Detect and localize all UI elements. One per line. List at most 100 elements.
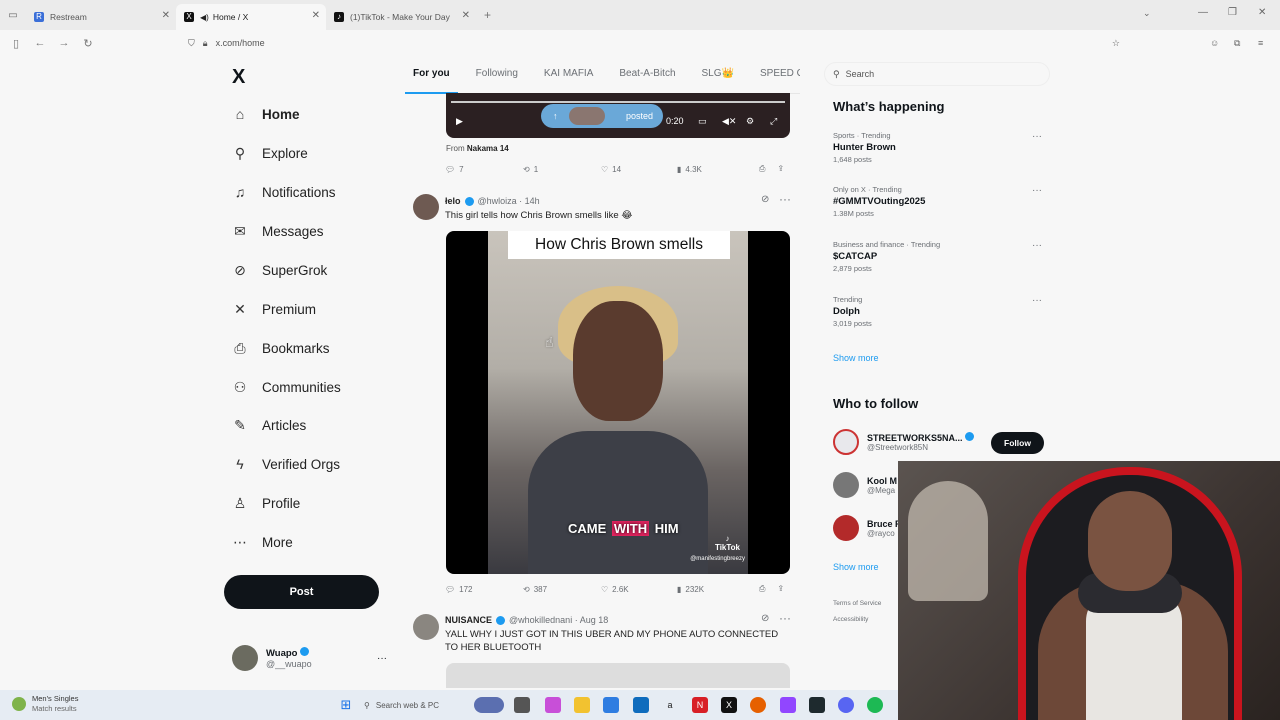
settings-icon[interactable]: ⚙: [746, 116, 754, 127]
spotify-icon[interactable]: [867, 697, 883, 713]
nav-item-explore[interactable]: ⚲ Explore: [232, 145, 402, 162]
lock-icon[interactable]: 🔒︎: [203, 38, 208, 49]
repost-button[interactable]: ⟲ 1: [523, 164, 601, 174]
nav-item-messages[interactable]: ✉ Messages: [232, 223, 402, 240]
tweet-more-icon[interactable]: ···: [779, 192, 791, 206]
maximize-button[interactable]: ❐: [1228, 7, 1237, 18]
close-tab-icon[interactable]: ✕: [162, 10, 170, 21]
bookmark-icon[interactable]: ⎙: [759, 164, 765, 174]
tab-speed-gan[interactable]: SPEED GAN: [752, 58, 800, 94]
menu-icon[interactable]: ≡: [1258, 38, 1263, 48]
file-explorer-icon[interactable]: [574, 697, 590, 713]
tab-kai-mafia[interactable]: KAI MAFIA: [536, 58, 601, 94]
news-widget[interactable]: Men's Singles Match results: [12, 694, 78, 714]
accessibility-link[interactable]: Accessibility: [833, 616, 868, 623]
new-tab-button[interactable]: +: [484, 8, 491, 22]
nav-item-profile[interactable]: ♙ Profile: [232, 495, 402, 512]
account-switcher[interactable]: Wuapo @__wuapo ···: [232, 645, 392, 671]
tweet-author-name[interactable]: NUISANCE: [445, 615, 492, 625]
terminal-icon[interactable]: [809, 697, 825, 713]
follow-suggestion[interactable]: STREETWORKS5NA... @Streetwork85N: [833, 429, 975, 455]
share-icon[interactable]: ⇪: [777, 164, 784, 174]
copilot-icon[interactable]: [545, 697, 561, 713]
amazon-icon[interactable]: a: [662, 697, 678, 713]
play-icon[interactable]: ▶: [456, 116, 463, 127]
minimize-button[interactable]: —: [1198, 7, 1208, 18]
grok-explain-icon[interactable]: ⊘: [761, 194, 769, 205]
back-icon[interactable]: ←: [28, 37, 52, 49]
trend-item[interactable]: Trending Dolph 3,019 posts ···: [833, 295, 1048, 328]
favorite-star-icon[interactable]: ☆: [1112, 38, 1120, 49]
trend-more-icon[interactable]: ···: [1032, 131, 1042, 142]
follow-suggestion[interactable]: Kool M @Mega: [833, 472, 897, 498]
share-icon[interactable]: ⇪: [777, 584, 784, 594]
like-button[interactable]: ♡ 14: [601, 164, 677, 174]
search-input[interactable]: ⚲ Search: [824, 62, 1050, 86]
progress-bar[interactable]: [451, 101, 785, 103]
nav-item-verified-orgs[interactable]: ϟ Verified Orgs: [232, 456, 402, 472]
reply-button[interactable]: 💬︎ 7: [445, 164, 523, 174]
close-tab-icon[interactable]: ✕: [312, 10, 320, 21]
widget-icon[interactable]: [474, 697, 504, 713]
url-box[interactable]: ⛉ 🔒︎ x.com/home ☆: [180, 33, 1130, 53]
trend-more-icon[interactable]: ···: [1032, 185, 1042, 196]
avatar[interactable]: [413, 614, 439, 640]
discord-icon[interactable]: [838, 697, 854, 713]
show-more-follow-link[interactable]: Show more: [833, 562, 879, 572]
reload-icon[interactable]: ↻: [76, 37, 100, 50]
nav-item-communities[interactable]: ⚇ Communities: [232, 379, 402, 396]
netflix-icon[interactable]: N: [692, 697, 708, 713]
tab-home-x[interactable]: X ◀) Home / X ✕: [176, 4, 326, 30]
nav-item-more[interactable]: ⋯ More: [232, 534, 402, 551]
twitch-icon[interactable]: [780, 697, 796, 713]
account-more-icon[interactable]: ···: [377, 653, 387, 664]
trend-item[interactable]: Only on X · Trending #GMMTVOuting2025 1.…: [833, 185, 1048, 218]
close-window-button[interactable]: ✕: [1258, 7, 1266, 18]
tab-restream[interactable]: R Restream ✕: [26, 4, 176, 30]
post-button[interactable]: Post: [224, 575, 379, 609]
shield-icon[interactable]: ⛉: [188, 38, 195, 49]
tweet-media[interactable]: [446, 663, 790, 688]
nav-item-bookmarks[interactable]: ⎙ Bookmarks: [232, 340, 402, 357]
posted-pill[interactable]: ↑ posted: [541, 104, 663, 128]
reply-button[interactable]: 💬︎ 172: [445, 584, 523, 594]
nav-item-supergrok[interactable]: ⊘ SuperGrok: [232, 262, 402, 279]
mute-icon[interactable]: ◀✕: [722, 116, 736, 127]
nav-item-notifications[interactable]: ♫ Notifications: [232, 184, 402, 200]
nav-item-home[interactable]: ⌂ Home: [232, 106, 402, 122]
like-button[interactable]: ♡ 2.6K: [601, 584, 677, 594]
views-button[interactable]: ▮ 4.3K: [677, 164, 759, 174]
tab-for-you[interactable]: For you: [405, 58, 458, 94]
views-button[interactable]: ▮ 232K: [677, 584, 759, 594]
tweet-author-handle[interactable]: @hwloiza · 14h: [478, 196, 540, 206]
forward-icon[interactable]: →: [52, 37, 76, 49]
store-icon[interactable]: [603, 697, 619, 713]
tab-beat-a-bitch[interactable]: Beat-A-Bitch: [611, 58, 683, 94]
bookmark-icon[interactable]: ⎙: [759, 584, 765, 594]
trend-item[interactable]: Business and finance · Trending $CATCAP …: [833, 240, 1048, 273]
tab-following[interactable]: Following: [468, 58, 526, 94]
close-tab-icon[interactable]: ✕: [462, 10, 470, 21]
avatar[interactable]: [413, 194, 439, 220]
tab-tiktok[interactable]: ♪ (1)TikTok - Make Your Day ✕: [326, 4, 476, 30]
tweet-more-icon[interactable]: ···: [779, 611, 791, 625]
nav-item-articles[interactable]: ✎ Articles: [232, 417, 402, 434]
taskbar-search[interactable]: ⚲ Search web & PC: [364, 696, 464, 714]
trend-more-icon[interactable]: ···: [1032, 295, 1042, 306]
tab-dropdown-icon[interactable]: ⌄: [1143, 8, 1151, 19]
x-app-icon[interactable]: X: [721, 697, 737, 713]
task-view-icon[interactable]: [514, 697, 530, 713]
follow-button[interactable]: Follow: [991, 432, 1044, 454]
x-logo[interactable]: X: [232, 66, 245, 89]
terms-link[interactable]: Terms of Service: [833, 600, 881, 607]
outlook-icon[interactable]: [633, 697, 649, 713]
trend-item[interactable]: Sports · Trending Hunter Brown 1,648 pos…: [833, 131, 1048, 164]
repost-button[interactable]: ⟲ 387: [523, 584, 601, 594]
tweet-author-name[interactable]: łelo: [445, 196, 461, 206]
account-icon[interactable]: ☺: [1210, 38, 1219, 48]
grok-explain-icon[interactable]: ⊘: [761, 613, 769, 624]
nav-item-premium[interactable]: ✕ Premium: [232, 301, 402, 318]
source-name[interactable]: Nakama 14: [467, 144, 509, 153]
url-text[interactable]: x.com/home: [216, 38, 265, 48]
extensions-icon[interactable]: ⧉: [1234, 38, 1240, 49]
